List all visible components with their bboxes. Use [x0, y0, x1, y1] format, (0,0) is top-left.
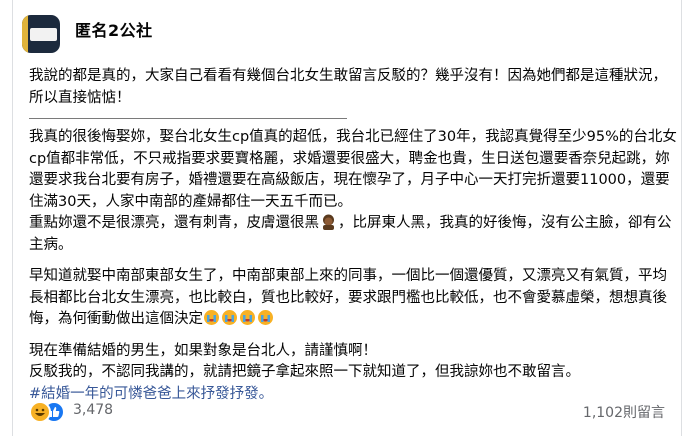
avatar-stripe [22, 15, 28, 53]
post-paragraph: 反駁我的，不認同我講的，就請把鏡子拿起來照一下就知道了，但我諒妳也不敢留言。 [29, 364, 580, 380]
post-paragraph-with-emoji: 早知道就娶中南部東部女生了，中南部東部上來的同事，一個比一個還優質，又漂亮又有氣… [29, 266, 679, 331]
post-paragraph: 現在準備結婚的男生，如果對象是台北人，請謹慎啊！ [29, 342, 377, 359]
reaction-count[interactable]: 3,478 [73, 402, 113, 418]
page-avatar[interactable] [22, 15, 60, 53]
post-text: 我說的都是真的，大家自己看看有幾個台北女生敢留言反駁的？幾乎沒有！因為她們都是這… [29, 66, 679, 405]
post-header: 匿名2公社 [13, 0, 681, 58]
page-name-link[interactable]: 匿名2公社 [75, 17, 153, 41]
post-footer: 3,478 1,102則留言 [29, 396, 665, 424]
divider-line [29, 118, 347, 119]
reactions-summary[interactable] [29, 399, 73, 423]
post-paragraph-with-emoji: 重點妳還不是很漂亮，還有刺青，皮膚還很黑 ，比屏東人黑，我真的好後悔，沒有公主臉，… [29, 213, 679, 256]
post-paragraph: 我真的很後悔娶妳，娶台北女生cp值真的超低，我台北已經住了30年，我認真覺得至少… [29, 129, 677, 210]
haha-reaction-icon [29, 401, 51, 423]
crying-emoji-icons [203, 310, 275, 327]
post-paragraph: 我說的都是真的，大家自己看看有幾個台北女生敢留言反駁的？幾乎沒有！因為她們都是這… [29, 68, 667, 106]
comment-count[interactable]: 1,102則留言 [583, 402, 665, 422]
emoji-icon [319, 214, 338, 231]
post-text-segment: 早知道就娶中南部東部女生了，中南部東部上來的同事，一個比一個還優質，又漂亮又有氣… [29, 268, 667, 327]
avatar-sign [30, 28, 57, 41]
post-text-segment: 重點妳還不是很漂亮，還有刺青，皮膚還很黑 [29, 215, 319, 231]
post-card: 匿名2公社 我說的都是真的，大家自己看看有幾個台北女生敢留言反駁的？幾乎沒有！因… [12, 0, 682, 436]
